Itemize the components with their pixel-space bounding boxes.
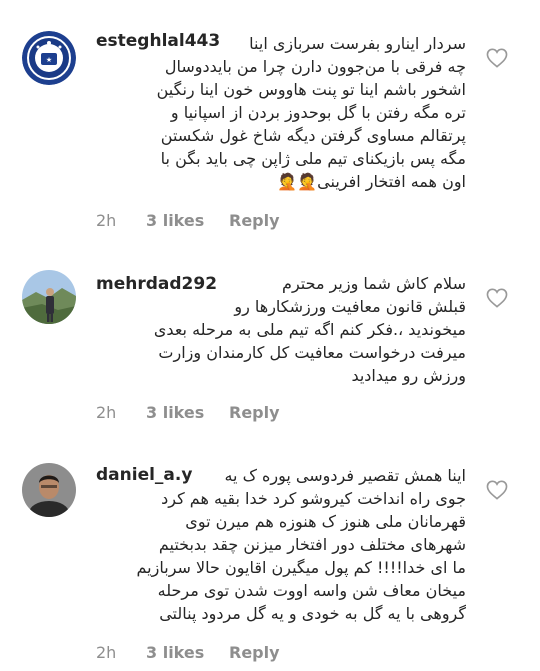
heart-outline-icon[interactable] bbox=[486, 288, 508, 308]
reply-button[interactable]: Reply bbox=[229, 211, 280, 230]
comment-text: سردار اینارو بفرست سربازی اینا چه فرقی ب… bbox=[156, 34, 466, 191]
person-portrait-avatar[interactable] bbox=[22, 463, 76, 517]
likes-count[interactable]: 3 likes bbox=[146, 403, 229, 422]
comment-time: 2h bbox=[96, 643, 117, 662]
comment-meta: 2h 3 likes Reply bbox=[96, 643, 280, 662]
comment-meta: 2h 3 likes Reply bbox=[96, 211, 280, 230]
svg-text:★: ★ bbox=[46, 56, 52, 64]
esteghlal-club-logo-avatar[interactable]: ★ bbox=[22, 31, 76, 85]
comment-time: 2h bbox=[96, 211, 117, 230]
likes-count[interactable]: 3 likes bbox=[146, 643, 229, 662]
reply-button[interactable]: Reply bbox=[229, 643, 280, 662]
comment-meta: 2h 3 likes Reply bbox=[96, 403, 280, 422]
comment-text: سلام کاش شما وزیر محترم قبلش قانون معافی… bbox=[153, 274, 466, 385]
heart-outline-icon[interactable] bbox=[486, 480, 508, 500]
reply-button[interactable]: Reply bbox=[229, 403, 280, 422]
person-landscape-avatar[interactable] bbox=[22, 270, 76, 324]
comment-text: اینا همش تقصیر فردوسی پوره ک یه جوی راه … bbox=[136, 466, 466, 623]
likes-count[interactable]: 3 likes bbox=[146, 211, 229, 230]
heart-outline-icon[interactable] bbox=[486, 48, 508, 68]
comment-time: 2h bbox=[96, 403, 117, 422]
